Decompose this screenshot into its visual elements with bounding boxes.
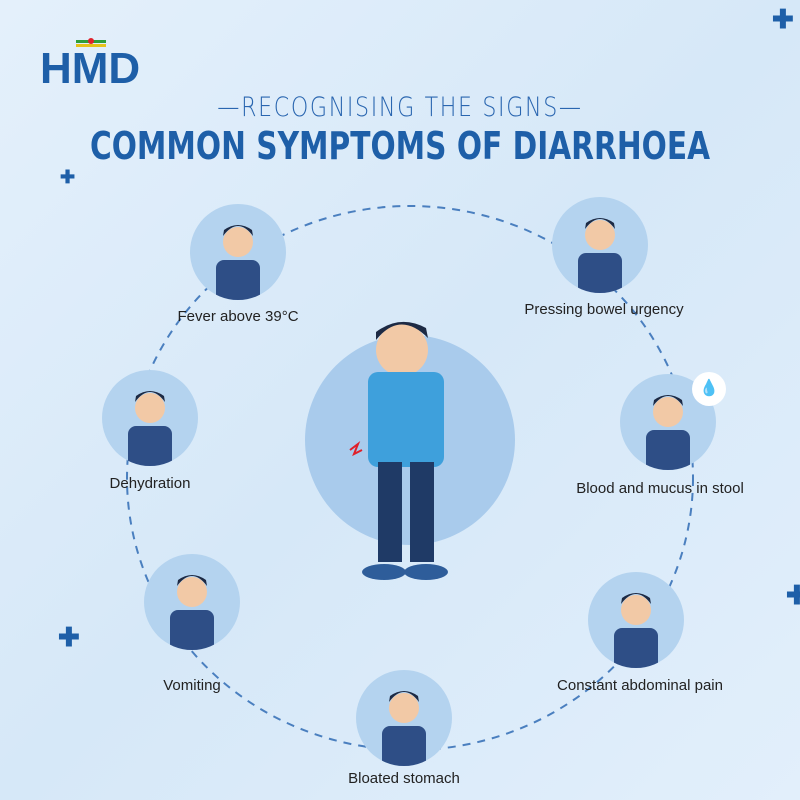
symptom-label: Fever above 39°C [177, 308, 299, 325]
person-illustration [216, 225, 260, 300]
logo: HMD [40, 38, 140, 93]
page-title: COMMON SYMPTOMS OF DIARRHOEA [89, 124, 711, 168]
symptom-urgency-image [552, 197, 648, 293]
symptom-label: Blood and mucus in stool [576, 480, 744, 497]
plus-icon: ✚ [58, 622, 80, 652]
infographic: HMD —RECOGNISING THE SIGNS— COMMON SYMPT… [0, 0, 800, 800]
symptom-bloated-image [356, 670, 452, 766]
svg-text:HMD: HMD [40, 44, 140, 88]
plus-icon: ✚ [60, 167, 76, 187]
symptom-fever-image [190, 204, 286, 300]
blood-drop-icon: 💧 [692, 372, 726, 406]
symptom-label: Constant abdominal pain [557, 677, 723, 694]
symptom-dehydration-image [102, 370, 198, 466]
plus-icon: ✚ [772, 4, 794, 34]
symptom-label: Bloated stomach [348, 770, 460, 787]
person-stomach-ache-illustration [349, 321, 448, 580]
symptom-label: Dehydration [109, 475, 191, 492]
symptom-label: Pressing bowel urgency [524, 301, 684, 318]
person-illustration [578, 218, 622, 293]
person-illustration [614, 593, 658, 668]
symptom-abdominal-pain-image [588, 572, 684, 668]
person-illustration [128, 391, 172, 466]
person-illustration [170, 575, 214, 650]
symptom-vomiting-image [144, 554, 240, 650]
symptom-label: Vomiting [163, 677, 221, 694]
person-illustration [382, 691, 426, 766]
subtitle: —RECOGNISING THE SIGNS— [217, 92, 583, 123]
plus-icon: ✚ [786, 580, 800, 610]
